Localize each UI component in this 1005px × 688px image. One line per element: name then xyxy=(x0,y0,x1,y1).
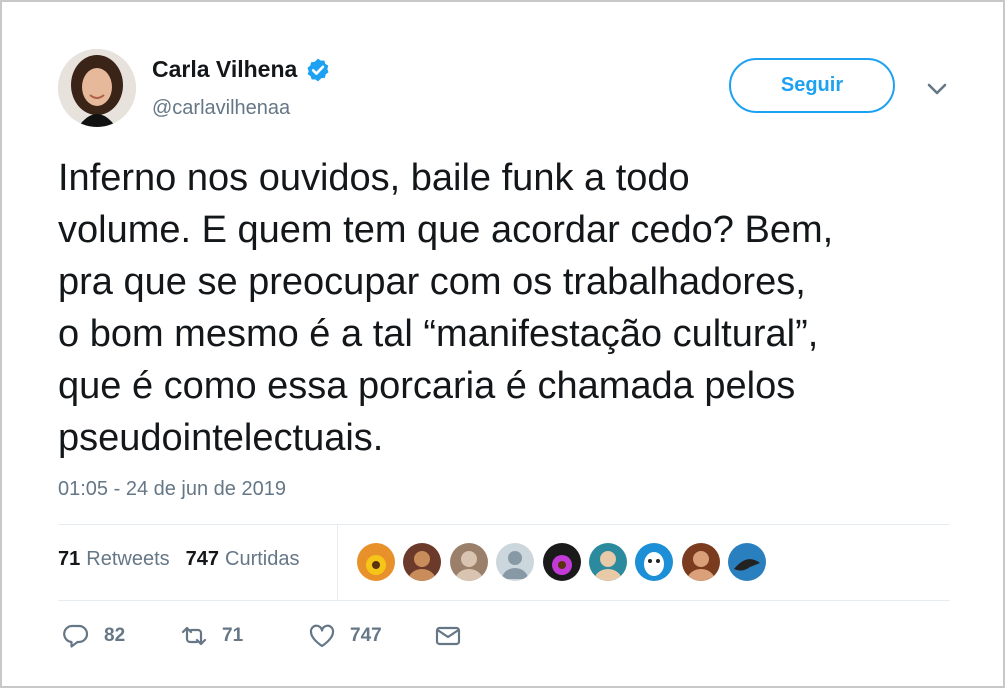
tweet-card: Carla Vilhena @carlavilhenaa Seguir Infe… xyxy=(0,0,1005,688)
stats-separator xyxy=(337,525,338,600)
reply-action[interactable]: 82 xyxy=(62,622,180,650)
bird-avatar[interactable] xyxy=(728,543,767,581)
default-avatar[interactable] xyxy=(496,543,535,581)
direct-message-action[interactable] xyxy=(434,622,462,650)
author-name-row: Carla Vilhena xyxy=(152,56,331,83)
author-handle[interactable]: @carlavilhenaa xyxy=(152,97,290,120)
chevron-down-icon[interactable] xyxy=(924,78,950,100)
person-avatar[interactable] xyxy=(403,543,442,581)
tweet-stats: 71 Retweets 747 Curtidas xyxy=(58,548,315,571)
retweets-count: 71 xyxy=(58,548,81,570)
person-avatar[interactable] xyxy=(588,543,627,581)
heart-icon xyxy=(309,624,335,648)
retweets-stat[interactable]: 71 Retweets xyxy=(58,548,170,571)
sunflower-avatar[interactable] xyxy=(357,543,395,581)
verified-badge-icon xyxy=(307,58,329,81)
divider-bottom xyxy=(58,600,950,601)
tweet-text: Inferno nos ouvidos, baile funk a todo v… xyxy=(58,157,834,459)
retweet-icon xyxy=(181,626,207,646)
cartoon-avatar[interactable] xyxy=(635,543,674,581)
tweet-timestamp[interactable]: 01:05 - 24 de jun de 2019 xyxy=(58,478,286,501)
person-avatar[interactable] xyxy=(449,543,488,581)
likes-stat[interactable]: 747 Curtidas xyxy=(186,548,300,571)
action-bar: 82 71 747 xyxy=(62,622,462,650)
envelope-icon xyxy=(435,626,461,646)
flower-avatar[interactable] xyxy=(542,543,581,581)
likes-label: Curtidas xyxy=(225,548,300,570)
retweet-action[interactable]: 71 xyxy=(180,622,308,650)
likes-count: 747 xyxy=(185,548,219,570)
reply-icon xyxy=(63,624,89,648)
like-count: 747 xyxy=(350,625,382,646)
like-action[interactable]: 747 xyxy=(308,622,434,650)
author-avatar[interactable] xyxy=(58,49,136,127)
person-avatar[interactable] xyxy=(681,543,720,581)
author-name[interactable]: Carla Vilhena xyxy=(152,56,297,83)
divider-top xyxy=(58,524,950,525)
reply-count: 82 xyxy=(104,625,126,646)
liker-avatars xyxy=(357,543,775,581)
retweet-count: 71 xyxy=(222,625,244,646)
retweets-label: Retweets xyxy=(86,548,170,570)
follow-button[interactable]: Seguir xyxy=(729,58,895,113)
